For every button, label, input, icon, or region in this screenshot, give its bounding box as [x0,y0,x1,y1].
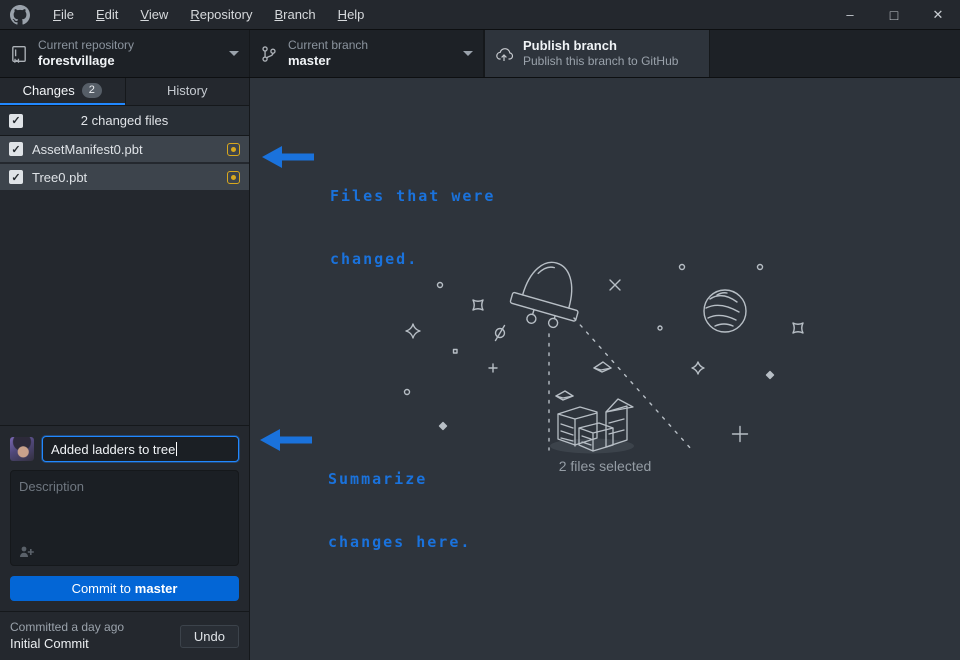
sparkle-icon [692,362,704,374]
tab-changes-label: Changes [23,83,75,98]
changed-files-header: 2 changed files ✓ [0,106,249,136]
toolbar: Current repository forestvillage Current… [0,30,960,78]
file-row[interactable]: ✓ Tree0.pbt [0,164,249,192]
titlebar: File Edit View Repository Branch Help – … [0,0,960,30]
file-checkbox[interactable]: ✓ [9,142,23,156]
diamond-icon [767,372,774,379]
last-commit-message: Initial Commit [10,635,124,653]
current-branch-label: Current branch [288,38,368,53]
paper-scrap [594,362,611,372]
tab-history-label: History [167,83,207,98]
window-controls: – □ ✕ [828,0,960,29]
left-arrow-icon [258,427,314,453]
last-commit-meta: Committed a day ago [10,619,124,635]
planet-icon [704,290,746,332]
chevron-down-icon [229,51,239,56]
undo-button[interactable]: Undo [180,625,239,648]
current-repository-dropdown[interactable]: Current repository forestvillage [0,30,250,77]
beam-dashed-line [574,318,692,450]
user-avatar [10,437,34,461]
menu-edit[interactable]: Edit [85,0,129,29]
star-circle [405,390,410,395]
menu-file[interactable]: File [42,0,85,29]
star-circle [758,265,763,270]
minimize-icon[interactable]: – [828,0,872,29]
annotation-line: changes here. [328,532,471,553]
annotation-line: Files that were [330,186,495,207]
publish-branch-button[interactable]: Publish branch Publish this branch to Gi… [484,30,710,77]
menu-view[interactable]: View [129,0,179,29]
annotation-line: Summarize [328,469,471,490]
github-logo-icon [10,5,30,25]
planet-slash-icon [496,326,505,341]
changes-count-badge: 2 [82,83,102,98]
modified-status-icon [227,171,240,184]
maximize-icon[interactable]: □ [872,0,916,29]
current-branch-value: master [288,53,368,69]
file-name: Tree0.pbt [32,170,218,185]
current-repository-label: Current repository [38,38,134,53]
annotation-files-changed: Files that were changed. [260,144,495,312]
commit-form: Added ladders to tree Description Commit [0,425,249,611]
sparkle-icon [406,324,420,338]
file-checkbox[interactable]: ✓ [9,170,23,184]
paper-scrap [556,391,573,400]
git-branch-icon [260,45,278,63]
menu-repository[interactable]: Repository [179,0,263,29]
sidebar-tabs: Changes 2 History [0,78,249,106]
cloud-upload-icon [495,45,513,63]
files-selected-caption: 2 files selected [535,458,675,474]
close-icon[interactable]: ✕ [916,0,960,29]
add-coauthor-icon[interactable] [19,545,34,558]
menu-help[interactable]: Help [327,0,376,29]
x-mark-icon [610,280,620,290]
changed-files-count: 2 changed files [0,113,249,128]
star-circle [658,326,662,330]
file-row[interactable]: ✓ AssetManifest0.pbt [0,136,249,164]
menu-branch[interactable]: Branch [263,0,326,29]
ufo-icon [506,254,589,335]
commit-button-prefix: Commit to [72,581,131,596]
modified-status-icon [227,143,240,156]
repo-icon [10,45,28,63]
tab-changes[interactable]: Changes 2 [0,78,125,105]
menu-bar: File Edit View Repository Branch Help [42,0,375,29]
tab-history[interactable]: History [125,78,250,105]
commit-button-branch: master [135,581,178,596]
square-dot-icon [454,350,458,354]
plus-icon [489,364,497,372]
star-circle [680,265,685,270]
github-desktop-window: File Edit View Repository Branch Help – … [0,0,960,660]
sidebar: Changes 2 History 2 changed files ✓ ✓ As… [0,78,250,660]
plus-icon [733,427,748,442]
description-placeholder: Description [19,479,84,494]
publish-branch-title: Publish branch [523,38,678,54]
current-branch-dropdown[interactable]: Current branch master [250,30,484,77]
file-name: AssetManifest0.pbt [32,142,218,157]
main-content: 2 files selected Files that were changed… [250,78,960,660]
text-caret [176,442,177,456]
left-arrow-icon [260,144,316,170]
last-commit-bar: Committed a day ago Initial Commit Undo [0,611,249,660]
annotation-line: changed. [330,249,495,270]
current-repository-value: forestvillage [38,53,134,69]
pillow-star-icon [793,323,803,333]
file-list-empty-space [0,192,249,425]
annotation-summarize: Summarize changes here. [258,427,471,595]
publish-branch-subtitle: Publish this branch to GitHub [523,54,678,69]
commit-summary-value: Added ladders to tree [51,442,175,457]
commit-button[interactable]: Commit to master [10,576,239,601]
select-all-checkbox[interactable]: ✓ [9,114,23,128]
commit-description-textarea[interactable]: Description [10,470,239,566]
chevron-down-icon [463,51,473,56]
commit-summary-input[interactable]: Added ladders to tree [42,436,239,462]
